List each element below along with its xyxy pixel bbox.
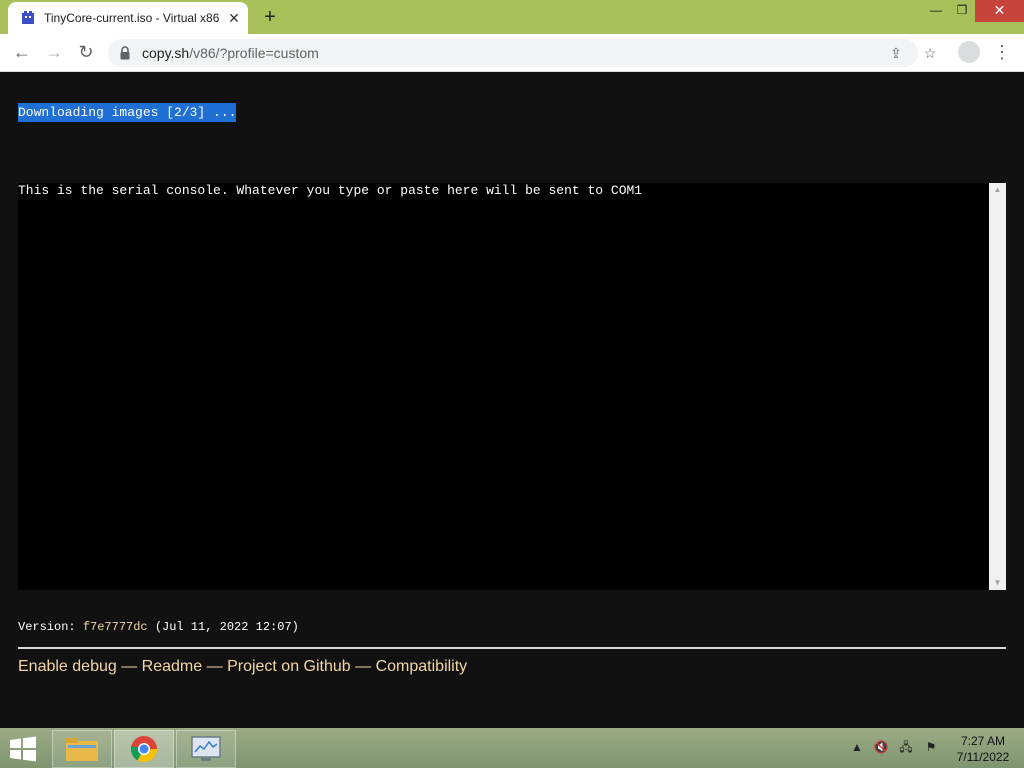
folder-icon — [66, 738, 98, 761]
serial-console[interactable]: This is the serial console. Whatever you… — [18, 183, 989, 590]
browser-tab-active[interactable]: TinyCore-current.iso - Virtual x86 ✕ — [8, 2, 248, 34]
new-tab-button[interactable]: + — [258, 5, 282, 29]
github-link[interactable]: Project on Github — [227, 658, 351, 675]
share-icon[interactable]: ⇪ — [886, 43, 906, 63]
close-icon[interactable]: ✕ — [224, 8, 244, 28]
tab-title: TinyCore-current.iso - Virtual x86 — [44, 11, 220, 25]
action-center-flag-icon[interactable]: ⚑ — [922, 738, 940, 756]
clock-time: 7:27 AM — [960, 734, 1006, 748]
version-date: (Jul 11, 2022 12:07) — [154, 620, 299, 634]
speaker-muted-icon[interactable]: 🔇 — [872, 738, 890, 756]
version-hash-link[interactable]: f7e7777dc — [83, 620, 148, 634]
reload-icon[interactable]: ↻ — [74, 40, 98, 64]
link-separator: — — [355, 658, 372, 675]
link-separator: — — [121, 658, 138, 675]
profile-icon[interactable] — [958, 41, 980, 63]
download-status: Downloading images [2/3] ... — [18, 103, 237, 122]
divider — [18, 647, 1006, 649]
browser-titlebar: TinyCore-current.iso - Virtual x86 ✕ + —… — [0, 0, 1024, 34]
readme-link[interactable]: Readme — [142, 658, 202, 675]
url-path: /v86/?profile=custom — [189, 45, 319, 61]
lock-icon — [120, 46, 130, 60]
back-arrow-icon[interactable]: ← — [10, 40, 34, 64]
scroll-up-icon[interactable]: ▲ — [989, 183, 1006, 197]
url-text: copy.sh/v86/?profile=custom — [142, 45, 319, 61]
performance-monitor-icon — [191, 736, 221, 761]
forward-arrow-icon[interactable]: → — [42, 40, 66, 64]
page-content: Downloading images [2/3] ... This is the… — [0, 72, 1024, 728]
console-text: This is the serial console. Whatever you… — [18, 183, 643, 198]
network-icon[interactable]: 🖧 — [897, 738, 915, 756]
version-label: Version: — [18, 620, 76, 634]
compatibility-link[interactable]: Compatibility — [376, 658, 468, 675]
clock-date: 7/11/2022 — [956, 750, 1010, 764]
taskbar-clock[interactable]: 7:27 AM 7/11/2022 — [950, 733, 1016, 765]
url-host: copy.sh — [142, 45, 190, 61]
minimize-button[interactable]: — — [922, 0, 950, 22]
v86-icon — [22, 11, 34, 24]
star-icon[interactable]: ☆ — [920, 43, 940, 63]
scroll-down-icon[interactable]: ▼ — [989, 576, 1006, 590]
chrome-icon — [130, 736, 158, 763]
kebab-menu-icon[interactable]: ⋮ — [992, 40, 1012, 64]
tray-expand-icon[interactable]: ▲ — [848, 738, 866, 756]
chrome-taskbar-button[interactable] — [114, 730, 174, 768]
link-separator: — — [206, 658, 223, 675]
file-explorer-taskbar-button[interactable] — [52, 730, 112, 768]
enable-debug-link[interactable]: Enable debug — [18, 658, 117, 675]
windows-start-icon[interactable] — [8, 735, 38, 763]
footer-links: Enable debug — Readme — Project on Githu… — [18, 658, 467, 676]
restore-button[interactable]: ❐ — [948, 0, 976, 22]
address-bar[interactable]: copy.sh/v86/?profile=custom ⇪ ☆ — [108, 39, 936, 67]
version-info: Version: f7e7777dc (Jul 11, 2022 12:07) — [18, 620, 299, 634]
monitor-taskbar-button[interactable] — [176, 730, 236, 768]
console-scrollbar[interactable]: ▲ ▼ — [989, 183, 1006, 590]
windows-taskbar: ▲ 🔇 🖧 ⚑ 7:27 AM 7/11/2022 — [0, 728, 1024, 768]
browser-toolbar: ← → ↻ copy.sh/v86/?profile=custom ⇪ ☆ ⋮ — [0, 34, 1024, 72]
window-close-button[interactable]: ✕ — [975, 0, 1024, 22]
